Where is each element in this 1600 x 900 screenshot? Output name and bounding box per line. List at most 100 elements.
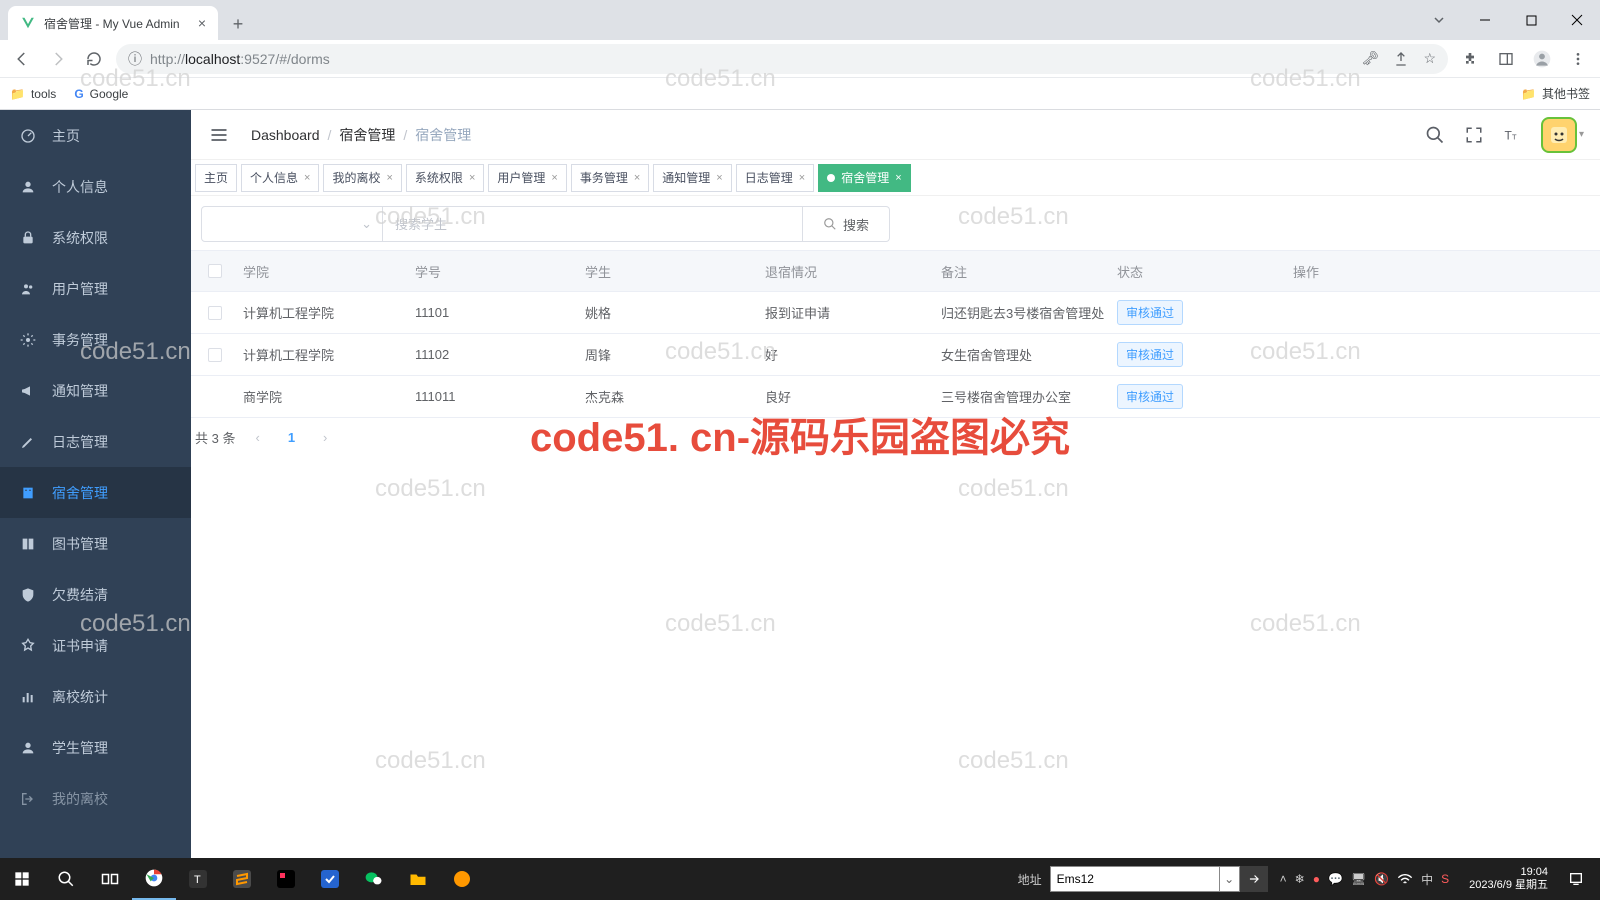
volume-icon[interactable]: 🔇	[1374, 872, 1389, 886]
sidebar-item-home[interactable]: 主页	[0, 110, 191, 161]
hamburger-icon[interactable]	[207, 123, 231, 147]
sidebar-item-cert[interactable]: 证书申请	[0, 620, 191, 671]
share-icon[interactable]	[1393, 51, 1409, 67]
chrome-icon[interactable]	[132, 858, 176, 900]
row-checkbox[interactable]	[208, 348, 222, 362]
new-tab-button[interactable]: +	[224, 10, 252, 38]
info-icon[interactable]: ⓘ	[128, 49, 142, 69]
tab-log[interactable]: 日志管理×	[736, 164, 814, 192]
bookmark-google[interactable]: GGoogle	[74, 87, 128, 101]
tray-icon[interactable]: 💬	[1328, 872, 1343, 886]
tab-affairs[interactable]: 事务管理×	[571, 164, 649, 192]
tab-profile[interactable]: 个人信息×	[241, 164, 319, 192]
tab-dropdown-icon[interactable]	[1416, 4, 1462, 36]
browser-tab[interactable]: 宿舍管理 - My Vue Admin ×	[8, 6, 218, 40]
sidebar-item-leave[interactable]: 我的离校	[0, 773, 191, 824]
profile-icon[interactable]	[1528, 45, 1556, 73]
tab-users[interactable]: 用户管理×	[488, 164, 566, 192]
tab-leave[interactable]: 我的离校×	[323, 164, 401, 192]
search-input[interactable]	[383, 206, 803, 242]
sidebar-item-dorms[interactable]: 宿舍管理	[0, 467, 191, 518]
star-icon[interactable]: ☆	[1423, 50, 1436, 67]
tray-icon[interactable]: 🖥	[1351, 872, 1366, 886]
fullscreen-icon[interactable]	[1465, 126, 1483, 144]
address-bar[interactable]: ⓘ http://localhost:9527/#/dorms 🗝 ☆	[116, 44, 1448, 74]
extension-icon[interactable]	[1456, 45, 1484, 73]
close-icon[interactable]: ×	[716, 172, 722, 184]
row-checkbox[interactable]	[208, 306, 222, 320]
bookmark-tools[interactable]: 📁tools	[10, 87, 56, 101]
wechat-icon[interactable]	[352, 858, 396, 900]
start-icon[interactable]	[0, 858, 44, 900]
search-button[interactable]: 搜索	[803, 206, 890, 242]
breadcrumb-item[interactable]: Dashboard	[251, 127, 320, 143]
next-page-icon[interactable]: ›	[319, 430, 331, 445]
side-panel-icon[interactable]	[1492, 45, 1520, 73]
table-header: 学院 学号 学生 退宿情况 备注 状态 操作	[191, 250, 1600, 292]
select-all-checkbox[interactable]	[208, 264, 222, 278]
sidebar-item-users[interactable]: 用户管理	[0, 263, 191, 314]
close-tab-icon[interactable]: ×	[198, 15, 206, 31]
tray-icon[interactable]: ●	[1313, 872, 1320, 886]
back-icon[interactable]	[8, 45, 36, 73]
close-icon[interactable]: ×	[386, 172, 392, 184]
todo-icon[interactable]	[308, 858, 352, 900]
menu-icon[interactable]	[1564, 45, 1592, 73]
close-icon[interactable]: ×	[895, 172, 901, 184]
sidebar-item-fees[interactable]: 欠费结清	[0, 569, 191, 620]
close-icon[interactable]: ×	[634, 172, 640, 184]
sidebar-item-profile[interactable]: 个人信息	[0, 161, 191, 212]
prev-page-icon[interactable]: ‹	[251, 430, 263, 445]
sidebar-label: 欠费结清	[52, 585, 108, 605]
maximize-icon[interactable]	[1508, 4, 1554, 36]
sidebar-item-permission[interactable]: 系统权限	[0, 212, 191, 263]
sidebar-item-affairs[interactable]: 事务管理	[0, 314, 191, 365]
close-window-icon[interactable]	[1554, 4, 1600, 36]
sublime-icon[interactable]	[220, 858, 264, 900]
search-icon[interactable]	[44, 858, 88, 900]
tray-icon[interactable]: ❄	[1295, 872, 1305, 886]
app-icon[interactable]: T	[176, 858, 220, 900]
shield-icon	[20, 587, 36, 603]
breadcrumb-item[interactable]: 宿舍管理	[339, 125, 395, 145]
key-icon[interactable]: 🗝	[1362, 50, 1380, 67]
sidebar-item-books[interactable]: 图书管理	[0, 518, 191, 569]
tab-notify[interactable]: 通知管理×	[653, 164, 731, 192]
page-number[interactable]: 1	[280, 430, 303, 445]
ime-icon[interactable]: 中	[1421, 871, 1433, 888]
caret-down-icon[interactable]: ▾	[1579, 129, 1584, 140]
tray-icon[interactable]: S	[1441, 872, 1449, 886]
reload-icon[interactable]	[80, 45, 108, 73]
tab-home[interactable]: 主页	[195, 164, 237, 192]
text-size-icon[interactable]: TT	[1503, 126, 1521, 144]
sidebar-item-students[interactable]: 学生管理	[0, 722, 191, 773]
close-icon[interactable]: ×	[799, 172, 805, 184]
wifi-icon[interactable]	[1397, 872, 1413, 886]
tray-chevron-icon[interactable]: ˄	[1280, 872, 1287, 886]
sidebar-item-log[interactable]: 日志管理	[0, 416, 191, 467]
minimize-icon[interactable]	[1462, 4, 1508, 36]
forward-icon[interactable]	[44, 45, 72, 73]
filter-select[interactable]: ⌄	[201, 206, 383, 242]
taskbar-clock[interactable]: 19:04 2023/6/9 星期五	[1461, 866, 1556, 892]
close-icon[interactable]: ×	[304, 172, 310, 184]
pen-icon	[20, 434, 36, 450]
idea-icon[interactable]	[264, 858, 308, 900]
sidebar-item-notify[interactable]: 通知管理	[0, 365, 191, 416]
task-view-icon[interactable]	[88, 858, 132, 900]
chevron-down-icon[interactable]: ⌄	[1220, 866, 1240, 892]
bookmark-other[interactable]: 📁其他书签	[1521, 85, 1590, 102]
go-icon[interactable]	[1240, 866, 1268, 892]
sidebar-item-stats[interactable]: 离校统计	[0, 671, 191, 722]
ime-input[interactable]	[1050, 866, 1220, 892]
close-icon[interactable]: ×	[469, 172, 475, 184]
tab-permission[interactable]: 系统权限×	[406, 164, 484, 192]
close-icon[interactable]: ×	[551, 172, 557, 184]
search-icon[interactable]	[1425, 125, 1445, 145]
notification-icon[interactable]	[1560, 858, 1592, 900]
explorer-icon[interactable]	[396, 858, 440, 900]
avatar[interactable]	[1541, 117, 1577, 153]
tab-dorms[interactable]: 宿舍管理×	[818, 164, 910, 192]
dashboard-icon	[20, 128, 36, 144]
app-icon[interactable]	[440, 858, 484, 900]
